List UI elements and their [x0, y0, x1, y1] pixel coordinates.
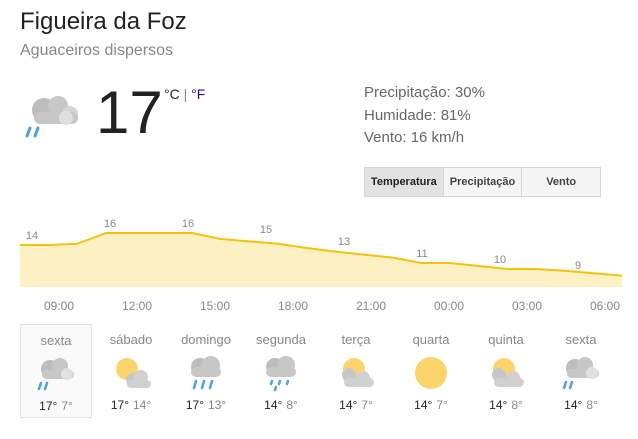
day-high: 14°	[414, 398, 433, 412]
forecast-day[interactable]: sexta 14° 8°	[545, 324, 617, 418]
forecast-day[interactable]: sábado 17° 14°	[95, 324, 167, 418]
day-name: sexta	[565, 332, 597, 347]
day-high: 14°	[564, 398, 583, 412]
tab-temperature[interactable]: Temperatura	[365, 168, 444, 196]
chart-value-label: 9	[575, 260, 581, 272]
day-name: terça	[341, 332, 371, 347]
unit-celsius[interactable]: °C	[164, 86, 180, 102]
location-title: Figueira da Foz	[20, 8, 187, 35]
partly-cloudy-icon	[342, 358, 374, 387]
temperature-area	[20, 233, 622, 287]
day-name: sábado	[109, 332, 153, 347]
forecast-day[interactable]: domingo 17° 13°	[170, 324, 242, 418]
showers-icon	[562, 357, 599, 390]
forecast-day[interactable]: segunda 14° 8°	[245, 324, 317, 418]
condition-text: Aguaceiros dispersos	[20, 42, 173, 59]
day-low: 13°	[208, 398, 227, 412]
chart-value-label: 15	[260, 224, 272, 236]
tab-wind[interactable]: Vento	[522, 168, 601, 196]
day-name: domingo	[181, 332, 231, 347]
chart-x-label: 03:00	[512, 299, 542, 313]
day-low: 8°	[511, 398, 523, 412]
showers-icon	[25, 96, 78, 138]
sunny-icon	[415, 357, 447, 389]
humidity-stat: Humidade: 81%	[364, 107, 471, 124]
chart-value-label: 16	[182, 218, 194, 230]
day-low: 8°	[586, 398, 598, 412]
light-rain-icon	[266, 356, 296, 392]
day-low: 7°	[436, 398, 448, 412]
current-temperature: 17	[96, 79, 163, 146]
temperature-chart: 14 16 16 15 13 11 10 9 09:00 12:00 15:00 18:00 21:0…	[20, 218, 623, 313]
forecast-day[interactable]: terça 14° 7°	[320, 324, 392, 418]
day-low: 8°	[286, 398, 298, 412]
chart-value-label: 16	[104, 218, 116, 230]
day-high: 17°	[185, 398, 204, 412]
day-name: sexta	[40, 333, 72, 348]
unit-toggle: °C | °F	[164, 86, 205, 102]
day-high: 14°	[489, 398, 508, 412]
forecast-day[interactable]: quarta 14° 7°	[395, 324, 467, 418]
chart-x-label: 12:00	[122, 299, 152, 313]
chart-value-label: 14	[26, 230, 38, 242]
chart-x-label: 18:00	[278, 299, 308, 313]
day-low: 7°	[61, 399, 73, 413]
forecast-day[interactable]: quinta 14° 8°	[470, 324, 542, 418]
day-high: 17°	[110, 398, 129, 412]
day-name: quinta	[488, 332, 524, 347]
unit-fahrenheit[interactable]: °F	[191, 86, 205, 102]
chart-x-label: 00:00	[434, 299, 464, 313]
partly-cloudy-icon	[116, 358, 151, 388]
day-low: 14°	[133, 398, 152, 412]
unit-separator: |	[183, 86, 188, 102]
chart-x-label: 09:00	[44, 299, 74, 313]
precipitation-stat: Precipitação: 30%	[364, 84, 485, 101]
chart-value-label: 10	[494, 254, 506, 266]
chart-x-label: 21:00	[356, 299, 386, 313]
rain-icon	[191, 356, 221, 390]
chart-value-label: 11	[416, 248, 427, 260]
chart-x-label: 15:00	[200, 299, 230, 313]
day-name: segunda	[256, 332, 306, 347]
day-high: 17°	[39, 399, 58, 413]
partly-cloudy-icon	[492, 358, 524, 387]
forecast-day[interactable]: sexta 17° 7°	[20, 324, 92, 418]
chart-value-label: 13	[338, 236, 350, 248]
chart-x-label: 06:00	[590, 299, 620, 313]
day-name: quarta	[412, 332, 450, 347]
day-high: 14°	[264, 398, 283, 412]
chart-tabs: Temperatura Precipitação Vento	[364, 167, 601, 197]
day-low: 7°	[361, 398, 373, 412]
day-high: 14°	[339, 398, 358, 412]
tab-precipitation[interactable]: Precipitação	[443, 168, 523, 196]
showers-icon	[37, 358, 74, 391]
wind-stat: Vento: 16 km/h	[364, 129, 465, 146]
